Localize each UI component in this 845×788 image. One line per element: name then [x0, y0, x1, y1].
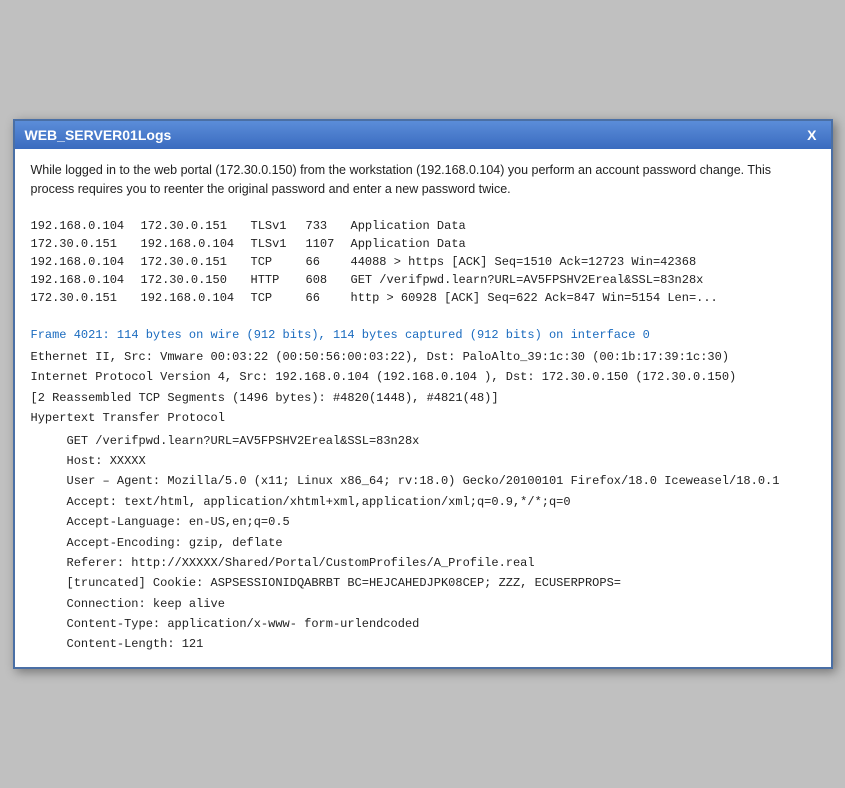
packet-protocol: TLSv1	[251, 219, 306, 233]
http-get: GET /verifpwd.learn?URL=AV5FPSHV2Ereal&S…	[67, 431, 815, 451]
packet-protocol: TCP	[251, 255, 306, 269]
packet-info: http > 60928 [ACK] Seq=622 Ack=847 Win=5…	[351, 291, 815, 305]
packet-length: 608	[306, 273, 351, 287]
packet-length: 66	[306, 255, 351, 269]
http-cookie: [truncated] Cookie: ASPSESSIONIDQABRBT B…	[67, 573, 815, 593]
packet-table: 192.168.0.104172.30.0.151TLSv1733Applica…	[31, 217, 815, 307]
http-host: Host: XXXXX	[67, 451, 815, 471]
frame-link[interactable]: Frame 4021: 114 bytes on wire (912 bits)…	[31, 325, 815, 345]
http-user-agent: User – Agent: Mozilla/5.0 (x11; Linux x8…	[67, 471, 815, 491]
packet-dst: 192.168.0.104	[141, 291, 251, 305]
http-referer: Referer: http://XXXXX/Shared/Portal/Cust…	[67, 553, 815, 573]
packet-row: 172.30.0.151192.168.0.104TCP66http > 609…	[31, 289, 815, 307]
ethernet-line: Ethernet II, Src: Vmware 00:03:22 (00:50…	[31, 347, 815, 367]
title-bar: WEB_SERVER01Logs X	[15, 121, 831, 149]
packet-length: 1107	[306, 237, 351, 251]
ip-line: Internet Protocol Version 4, Src: 192.16…	[31, 367, 815, 387]
window-title: WEB_SERVER01Logs	[25, 127, 172, 143]
main-window: WEB_SERVER01Logs X While logged in to th…	[13, 119, 833, 669]
tcp-segments-line: [2 Reassembled TCP Segments (1496 bytes)…	[31, 388, 815, 408]
packet-row: 192.168.0.104172.30.0.151TCP6644088 > ht…	[31, 253, 815, 271]
packet-src: 192.168.0.104	[31, 219, 141, 233]
packet-src: 192.168.0.104	[31, 255, 141, 269]
http-accept: Accept: text/html, application/xhtml+xml…	[67, 492, 815, 512]
http-content-type: Content-Type: application/x-www- form-ur…	[67, 614, 815, 634]
packet-src: 172.30.0.151	[31, 237, 141, 251]
content-area: While logged in to the web portal (172.3…	[15, 149, 831, 667]
http-accept-lang: Accept-Language: en-US,en;q=0.5	[67, 512, 815, 532]
packet-length: 66	[306, 291, 351, 305]
intro-paragraph: While logged in to the web portal (172.3…	[31, 161, 815, 199]
packet-protocol: TLSv1	[251, 237, 306, 251]
packet-row: 192.168.0.104172.30.0.151TLSv1733Applica…	[31, 217, 815, 235]
packet-dst: 172.30.0.151	[141, 219, 251, 233]
http-label: Hypertext Transfer Protocol	[31, 408, 815, 428]
packet-row: 172.30.0.151192.168.0.104TLSv11107Applic…	[31, 235, 815, 253]
packet-dst: 172.30.0.151	[141, 255, 251, 269]
packet-protocol: HTTP	[251, 273, 306, 287]
packet-src: 192.168.0.104	[31, 273, 141, 287]
packet-protocol: TCP	[251, 291, 306, 305]
http-accept-enc: Accept-Encoding: gzip, deflate	[67, 533, 815, 553]
packet-info: GET /verifpwd.learn?URL=AV5FPSHV2Ereal&S…	[351, 273, 815, 287]
http-content-length: Content-Length: 121	[67, 634, 815, 654]
packet-info: Application Data	[351, 219, 815, 233]
packet-dst: 192.168.0.104	[141, 237, 251, 251]
http-detail-section: GET /verifpwd.learn?URL=AV5FPSHV2Ereal&S…	[67, 431, 815, 655]
packet-info: 44088 > https [ACK] Seq=1510 Ack=12723 W…	[351, 255, 815, 269]
packet-src: 172.30.0.151	[31, 291, 141, 305]
frame-detail-section: Frame 4021: 114 bytes on wire (912 bits)…	[31, 325, 815, 655]
packet-dst: 172.30.0.150	[141, 273, 251, 287]
close-button[interactable]: X	[803, 127, 820, 143]
http-connection: Connection: keep alive	[67, 594, 815, 614]
packet-row: 192.168.0.104172.30.0.150HTTP608GET /ver…	[31, 271, 815, 289]
packet-length: 733	[306, 219, 351, 233]
packet-info: Application Data	[351, 237, 815, 251]
